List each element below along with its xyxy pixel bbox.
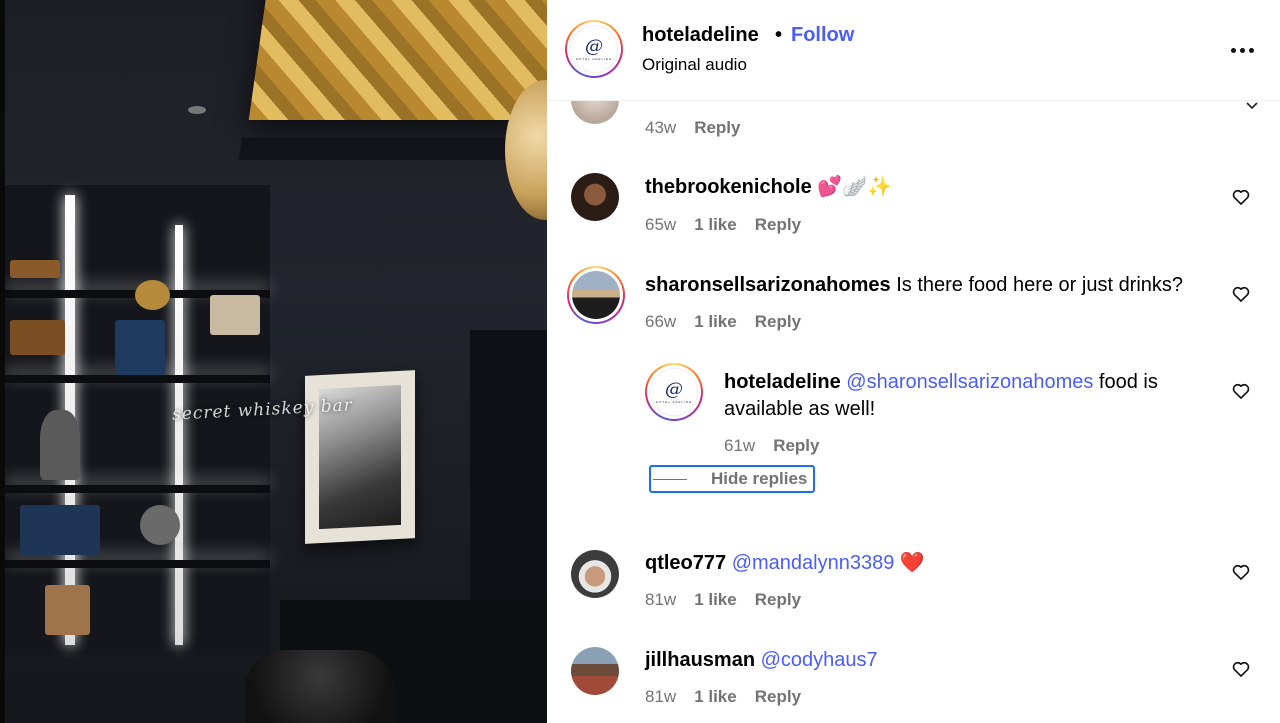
heart-icon[interactable]	[1231, 659, 1251, 679]
comment-likes[interactable]: 1 like	[694, 687, 737, 707]
hide-replies-label: Hide replies	[711, 469, 808, 488]
comment-meta: 43w Reply	[645, 118, 740, 138]
comment-age: 81w	[645, 590, 677, 609]
heart-icon[interactable]	[1231, 187, 1251, 207]
reply-button[interactable]: Reply	[773, 436, 819, 456]
leather-chair	[245, 650, 395, 723]
comment-body: Is there food here or just drinks?	[896, 274, 1184, 296]
reply-button[interactable]: Reply	[694, 118, 740, 138]
comment-username[interactable]: thebrookenichole	[645, 176, 812, 198]
reply-age: 61w	[724, 436, 756, 455]
reply-button[interactable]: Reply	[755, 687, 801, 707]
reply-text: hoteladeline @sharonsellsarizonahomes fo…	[724, 369, 1194, 423]
comment-body: 💕🪽✨	[817, 176, 892, 198]
reply-body-line1: food is	[1098, 371, 1158, 393]
post-header: @ HOTEL ADELINE hoteladeline • Follow Or…	[547, 0, 1280, 101]
hide-replies-button[interactable]: Hide replies	[649, 465, 815, 493]
comment-likes[interactable]: 1 like	[694, 312, 737, 332]
shelf-object	[140, 505, 180, 545]
comment-text: qtleo777 @mandalynn3389 ❤️	[645, 550, 925, 577]
reply-button[interactable]: Reply	[755, 312, 801, 332]
comment-age: 66w	[645, 312, 677, 331]
comment-username[interactable]: sharonsellsarizonahomes	[645, 274, 891, 296]
comment-body: ❤️	[899, 552, 925, 574]
ceiling-frame	[238, 0, 547, 160]
commenter-avatar[interactable]	[571, 101, 619, 124]
shelf-object	[210, 295, 260, 335]
comment-mention[interactable]: @mandalynn3389	[732, 552, 895, 574]
comment-text: jillhausman @codyhaus7	[645, 647, 878, 674]
reply-button[interactable]: Reply	[755, 590, 801, 610]
more-options-icon[interactable]	[1227, 38, 1257, 62]
comment-text: thebrookenichole 💕🪽✨	[645, 174, 892, 201]
comment-meta: 81w 1 like Reply	[645, 687, 801, 707]
comment-meta: 66w 1 like Reply	[645, 312, 801, 332]
commenter-avatar[interactable]	[571, 647, 619, 695]
shelf-object	[10, 320, 65, 355]
heart-icon[interactable]	[1231, 284, 1251, 304]
comment-age: 65w	[645, 215, 677, 234]
books	[20, 505, 100, 555]
comment-meta: 65w 1 like Reply	[645, 215, 801, 235]
header-separator: •	[775, 24, 783, 46]
books	[115, 320, 165, 375]
reply-mention[interactable]: @sharonsellsarizonahomes	[846, 371, 1093, 393]
comment-likes[interactable]: 1 like	[694, 215, 737, 235]
shelf	[5, 485, 270, 493]
commenter-avatar[interactable]	[571, 173, 619, 221]
hotel-logo-subtext: HOTEL ADELINE	[655, 399, 693, 404]
media-edge	[0, 0, 5, 723]
shelf	[5, 375, 270, 383]
reply-avatar[interactable]: @ HOTEL ADELINE	[645, 363, 703, 421]
reply-body-line2: available as well!	[724, 398, 876, 420]
comment-meta: 81w 1 like Reply	[645, 590, 801, 610]
commenter-avatar[interactable]	[571, 550, 619, 598]
comment-age: 81w	[645, 687, 677, 706]
bust-sculpture	[40, 410, 80, 480]
shelf-light	[175, 225, 183, 645]
comment-likes[interactable]: 1 like	[694, 590, 737, 610]
profile-avatar[interactable]: @ HOTEL ADELINE	[565, 20, 623, 78]
hide-replies-line	[653, 478, 687, 480]
shelf-object	[45, 585, 90, 635]
follow-button[interactable]: Follow	[791, 24, 854, 47]
heart-icon[interactable]	[1231, 562, 1251, 582]
heart-icon[interactable]	[1231, 381, 1251, 401]
comments-list[interactable]: 43w Reply thebrookenichole 💕🪽✨ 65w 1 lik…	[547, 101, 1280, 723]
original-audio-link[interactable]: Original audio	[642, 55, 747, 75]
header-username[interactable]: hoteladeline	[642, 24, 759, 47]
comment-age: 43w	[645, 118, 677, 137]
reel-video[interactable]: secret whiskey bar	[0, 0, 547, 723]
ceiling-light	[188, 106, 206, 114]
reply-meta: 61w Reply	[724, 436, 819, 456]
comment-username[interactable]: jillhausman	[645, 649, 755, 671]
comment-username[interactable]: qtleo777	[645, 552, 726, 574]
doorway	[470, 330, 547, 620]
shelf-object	[135, 280, 170, 310]
comment-mention[interactable]: @codyhaus7	[761, 649, 878, 671]
commenter-avatar[interactable]	[567, 266, 625, 324]
shelf	[5, 560, 270, 568]
shelf-object	[10, 260, 60, 278]
reply-username[interactable]: hoteladeline	[724, 371, 841, 393]
hotel-logo-mark: @	[585, 35, 603, 57]
hotel-logo-subtext: HOTEL ADELINE	[575, 56, 613, 61]
chevron-down-icon[interactable]	[1245, 101, 1259, 111]
comment-text: sharonsellsarizonahomes Is there food he…	[645, 272, 1183, 299]
post-panel: @ HOTEL ADELINE hoteladeline • Follow Or…	[547, 0, 1280, 723]
reply-button[interactable]: Reply	[755, 215, 801, 235]
hotel-logo-mark: @	[665, 378, 683, 400]
